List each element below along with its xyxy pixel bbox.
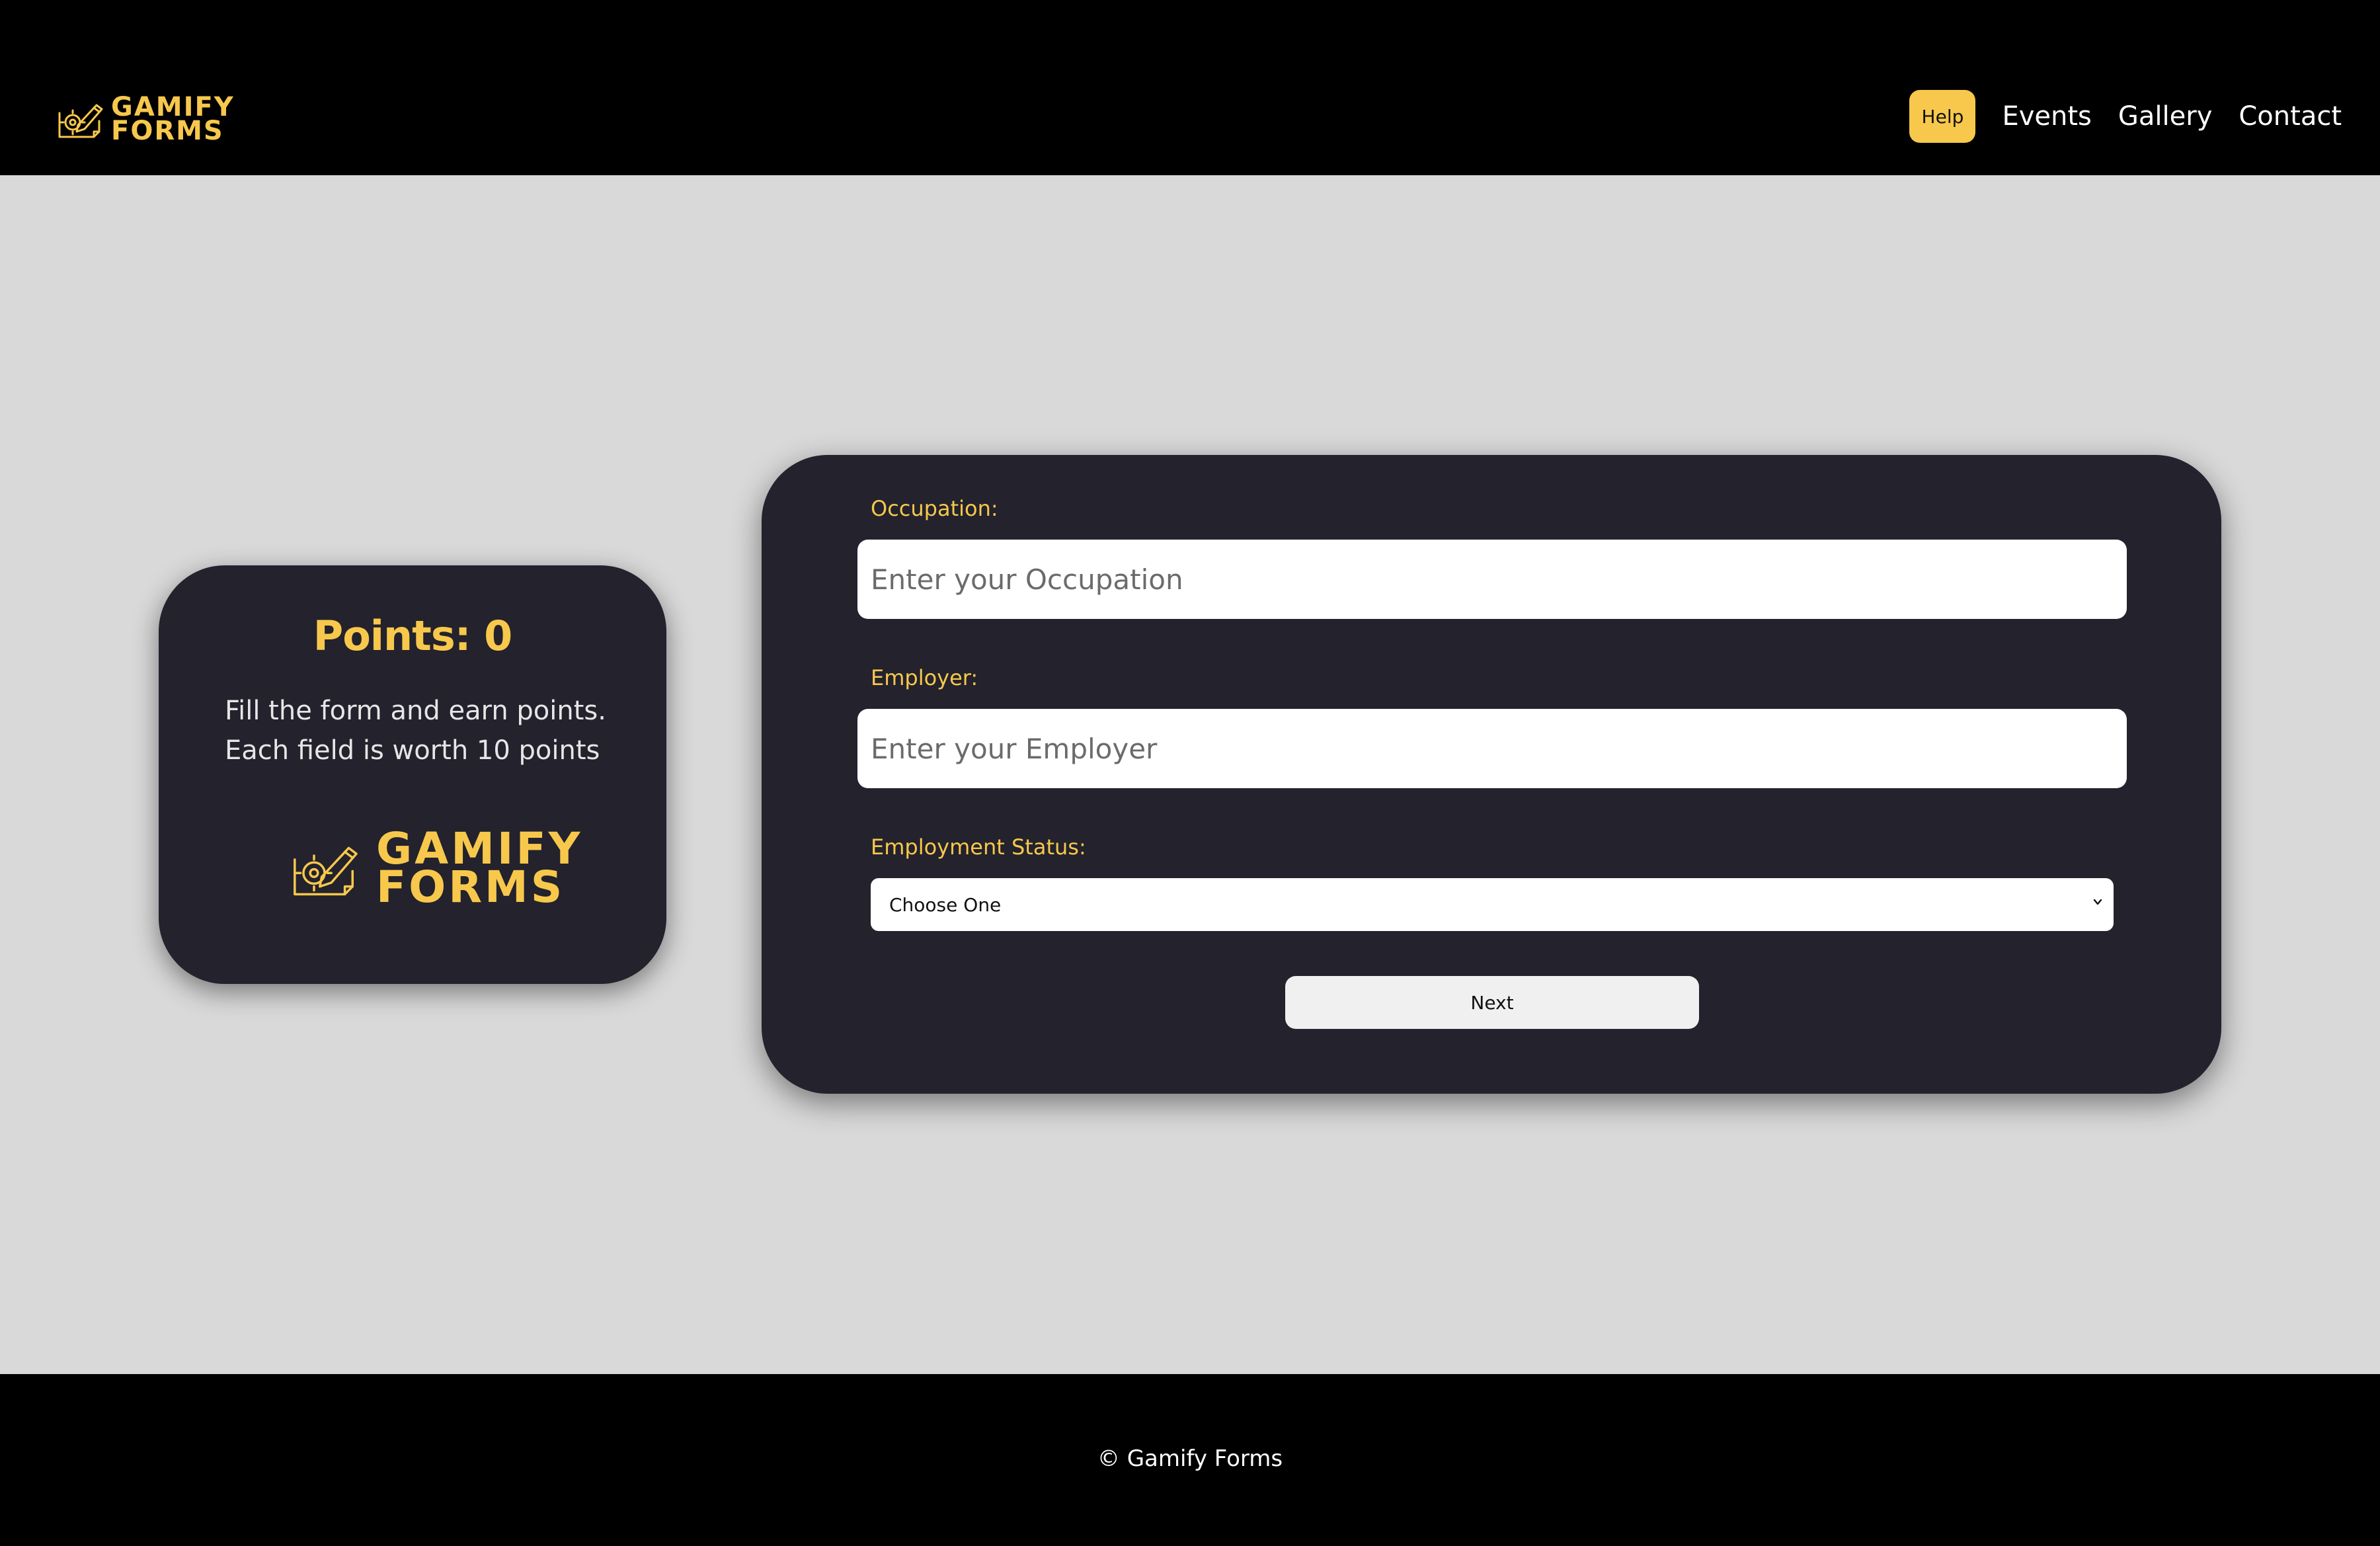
points-card: Points: 0 Fill the form and earn points.… xyxy=(159,565,666,984)
pencil-gear-logo-icon xyxy=(58,104,103,138)
help-button[interactable]: Help xyxy=(1909,90,1976,143)
points-description-line-1: Fill the form and earn points. xyxy=(225,696,606,726)
top-nav: Help Events Gallery Contact xyxy=(1909,90,2342,143)
brand-logo[interactable]: GAMIFY FORMS xyxy=(56,94,235,146)
nav-link-events[interactable]: Events xyxy=(2002,101,2091,132)
brand-line-2: FORMS xyxy=(111,116,224,146)
points-description: Fill the form and earn points. Each fiel… xyxy=(225,691,635,770)
employment-status-select[interactable]: Choose One xyxy=(871,878,2114,931)
occupation-label: Occupation: xyxy=(871,496,998,521)
employment-status-selected: Choose One xyxy=(889,893,1002,916)
footer: © Gamify Forms xyxy=(0,1374,2380,1546)
card-logo-text: GAMIFY FORMS xyxy=(376,827,582,913)
nav-link-contact[interactable]: Contact xyxy=(2239,101,2342,132)
points-counter: Points: 0 xyxy=(313,612,513,660)
footer-copyright: © Gamify Forms xyxy=(1097,1445,1283,1472)
brand-name: GAMIFY FORMS xyxy=(111,94,235,146)
form-card: Occupation: Employer: Employment Status:… xyxy=(762,455,2221,1094)
employer-label: Employer: xyxy=(871,665,978,690)
pencil-gear-logo-icon xyxy=(294,846,358,896)
header: GAMIFY FORMS Help Events Gallery Contact xyxy=(0,0,2380,175)
employer-input[interactable] xyxy=(857,709,2127,788)
card-logo: GAMIFY FORMS xyxy=(288,827,582,913)
occupation-input[interactable] xyxy=(857,540,2127,619)
points-description-line-2: Each field is worth 10 points xyxy=(225,735,600,766)
chevron-down-icon xyxy=(2093,899,2102,905)
card-logo-line-2: FORMS xyxy=(376,862,565,913)
nav-link-gallery[interactable]: Gallery xyxy=(2118,101,2212,132)
employment-status-label: Employment Status: xyxy=(871,834,1086,860)
next-button[interactable]: Next xyxy=(1285,976,1699,1029)
